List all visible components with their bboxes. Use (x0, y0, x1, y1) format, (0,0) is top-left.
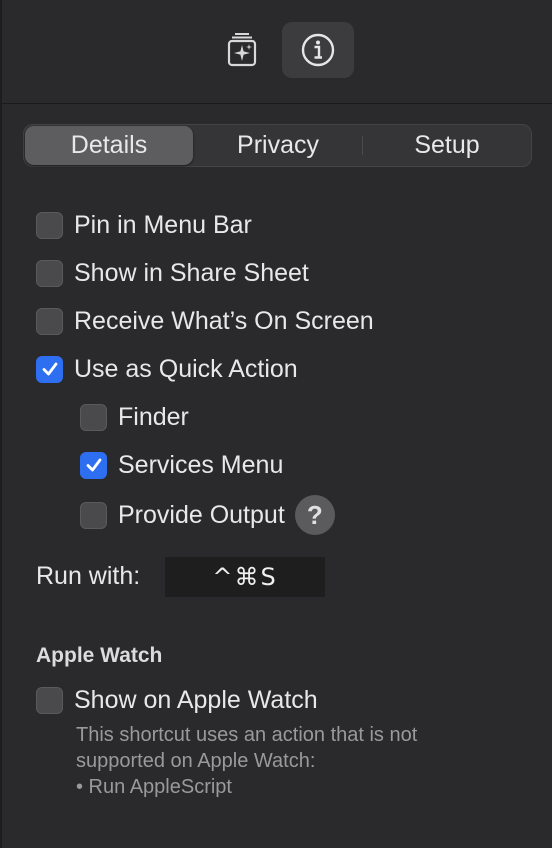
keyboard-shortcut-field[interactable]: ^⌘S (165, 557, 325, 597)
provide-output-option[interactable]: Provide Output ? (80, 495, 335, 535)
info-icon (301, 33, 335, 67)
tab-privacy[interactable]: Privacy (194, 125, 362, 166)
note-line: This shortcut uses an action that is not (76, 724, 418, 746)
apple-watch-note: This shortcut uses an action that is not… (76, 722, 516, 800)
note-line: supported on Apple Watch: (76, 750, 316, 772)
services-menu-label: Services Menu (118, 450, 284, 479)
receive-screen-label: Receive What’s On Screen (74, 306, 374, 335)
pin-menu-bar-checkbox[interactable] (36, 211, 63, 239)
services-menu-checkbox[interactable] (80, 451, 107, 479)
share-sheet-checkbox[interactable] (36, 259, 63, 287)
receive-screen-option[interactable]: Receive What’s On Screen (36, 304, 374, 338)
apple-watch-heading: Apple Watch (36, 644, 163, 667)
tab-setup[interactable]: Setup (363, 125, 531, 166)
provide-output-label: Provide Output (118, 500, 285, 529)
toolbar (0, 0, 552, 104)
finder-checkbox[interactable] (80, 403, 107, 431)
quick-action-label: Use as Quick Action (74, 354, 298, 383)
finder-label: Finder (118, 402, 189, 431)
apple-watch-option[interactable]: Show on Apple Watch (36, 683, 318, 717)
checkmark-icon (42, 362, 57, 376)
share-sheet-label: Show in Share Sheet (74, 258, 309, 287)
tab-bar: Details Privacy Setup (23, 124, 532, 167)
run-with-label: Run with: (36, 562, 141, 590)
receive-screen-checkbox[interactable] (36, 307, 63, 335)
help-button[interactable]: ? (294, 495, 335, 535)
apple-watch-checkbox[interactable] (36, 686, 63, 714)
share-sheet-option[interactable]: Show in Share Sheet (36, 256, 309, 290)
provide-output-checkbox[interactable] (80, 501, 107, 529)
sparkle-stack-icon (227, 33, 257, 67)
pin-menu-bar-option[interactable]: Pin in Menu Bar (36, 208, 252, 242)
checkmark-icon (86, 458, 101, 472)
services-menu-option[interactable]: Services Menu (80, 448, 283, 482)
apple-watch-label: Show on Apple Watch (74, 685, 318, 714)
details-panel: Details Privacy Setup Pin in Menu Bar Sh… (0, 104, 552, 848)
tab-details[interactable]: Details (25, 126, 193, 165)
note-line: • Run AppleScript (76, 776, 232, 798)
quick-action-checkbox[interactable] (36, 355, 63, 383)
shortcut-library-button[interactable] (206, 22, 278, 78)
pin-menu-bar-label: Pin in Menu Bar (74, 210, 252, 239)
info-button[interactable] (282, 22, 354, 78)
finder-option[interactable]: Finder (80, 400, 189, 434)
quick-action-option[interactable]: Use as Quick Action (36, 352, 298, 386)
